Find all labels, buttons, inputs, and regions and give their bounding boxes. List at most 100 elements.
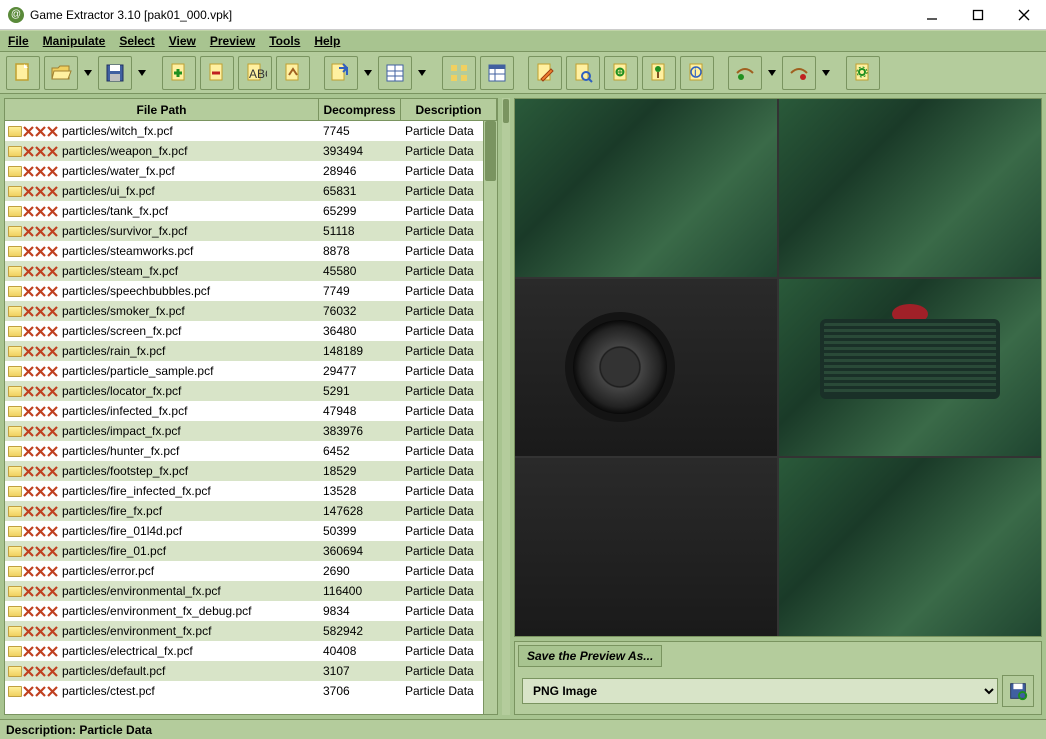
x-icon <box>47 566 58 577</box>
description-value: Particle Data <box>401 264 483 278</box>
settings-button[interactable] <box>846 56 880 90</box>
group-button[interactable] <box>442 56 476 90</box>
x-icon <box>35 506 46 517</box>
table-scrollbar[interactable] <box>483 121 497 714</box>
table-row[interactable]: particles/fire_fx.pcf147628Particle Data <box>5 501 483 521</box>
new-button[interactable] <box>6 56 40 90</box>
convert-out-button[interactable] <box>782 56 816 90</box>
table-row[interactable]: particles/steamworks.pcf8878Particle Dat… <box>5 241 483 261</box>
view-dropdown[interactable] <box>416 56 428 90</box>
script-button[interactable] <box>604 56 638 90</box>
minimize-button[interactable] <box>918 5 946 25</box>
table-row[interactable]: particles/infected_fx.pcf47948Particle D… <box>5 401 483 421</box>
decompress-value: 393494 <box>319 144 401 158</box>
table-row[interactable]: particles/tank_fx.pcf65299Particle Data <box>5 201 483 221</box>
table-row[interactable]: particles/electrical_fx.pcf40408Particle… <box>5 641 483 661</box>
extract-button[interactable] <box>324 56 358 90</box>
table-body: particles/witch_fx.pcf7745Particle Datap… <box>5 121 497 714</box>
save-dropdown[interactable] <box>136 56 148 90</box>
table-row[interactable]: particles/smoker_fx.pcf76032Particle Dat… <box>5 301 483 321</box>
open-button[interactable] <box>44 56 78 90</box>
table-row[interactable]: particles/fire_01.pcf360694Particle Data <box>5 541 483 561</box>
save-format-select[interactable]: PNG Image <box>522 678 998 704</box>
menu-help[interactable]: Help <box>314 34 340 48</box>
table-row[interactable]: particles/error.pcf2690Particle Data <box>5 561 483 581</box>
description-value: Particle Data <box>401 324 483 338</box>
table-row[interactable]: particles/fire_01l4d.pcf50399Particle Da… <box>5 521 483 541</box>
convert-out-dropdown[interactable] <box>820 56 832 90</box>
description-value: Particle Data <box>401 244 483 258</box>
col-header-description[interactable]: Description <box>401 99 497 120</box>
x-icon <box>35 446 46 457</box>
menu-tools[interactable]: Tools <box>269 34 300 48</box>
save-button[interactable] <box>98 56 132 90</box>
table-row[interactable]: particles/screen_fx.pcf36480Particle Dat… <box>5 321 483 341</box>
table-row[interactable]: particles/particle_sample.pcf29477Partic… <box>5 361 483 381</box>
info-button[interactable]: i <box>680 56 714 90</box>
table-row[interactable]: particles/default.pcf3107Particle Data <box>5 661 483 681</box>
search-button[interactable] <box>566 56 600 90</box>
decompress-value: 3107 <box>319 664 401 678</box>
edit-button[interactable] <box>528 56 562 90</box>
x-icon <box>35 666 46 677</box>
table-row[interactable]: particles/rain_fx.pcf148189Particle Data <box>5 341 483 361</box>
remove-button[interactable] <box>200 56 234 90</box>
table-row[interactable]: particles/hunter_fx.pcf6452Particle Data <box>5 441 483 461</box>
menu-select[interactable]: Select <box>119 34 154 48</box>
file-icon <box>8 666 22 677</box>
x-icon <box>47 306 58 317</box>
table-row[interactable]: particles/witch_fx.pcf7745Particle Data <box>5 121 483 141</box>
replace-button[interactable] <box>276 56 310 90</box>
open-dropdown[interactable] <box>82 56 94 90</box>
table-row[interactable]: particles/speechbubbles.pcf7749Particle … <box>5 281 483 301</box>
tree-button[interactable] <box>642 56 676 90</box>
col-header-decompress[interactable]: Decompress <box>319 99 401 120</box>
col-header-path[interactable]: File Path <box>5 99 319 120</box>
convert-in-button[interactable] <box>728 56 762 90</box>
x-icon <box>47 526 58 537</box>
table-row[interactable]: particles/fire_infected_fx.pcf13528Parti… <box>5 481 483 501</box>
menu-preview[interactable]: Preview <box>210 34 255 48</box>
table-row[interactable]: particles/survivor_fx.pcf51118Particle D… <box>5 221 483 241</box>
table-row[interactable]: particles/impact_fx.pcf383976Particle Da… <box>5 421 483 441</box>
menu-file[interactable]: File <box>8 34 29 48</box>
x-icon <box>23 566 34 577</box>
splitter-scrollbar[interactable] <box>502 98 510 715</box>
x-icon <box>35 366 46 377</box>
table-row[interactable]: particles/environment_fx.pcf582942Partic… <box>5 621 483 641</box>
convert-in-dropdown[interactable] <box>766 56 778 90</box>
add-button[interactable] <box>162 56 196 90</box>
save-preview-button[interactable] <box>1002 675 1034 707</box>
close-button[interactable] <box>1010 5 1038 25</box>
table-row[interactable]: particles/environment_fx_debug.pcf9834Pa… <box>5 601 483 621</box>
file-icon <box>8 146 22 157</box>
table-row[interactable]: particles/footstep_fx.pcf18529Particle D… <box>5 461 483 481</box>
save-tab[interactable]: Save the Preview As... <box>518 645 662 667</box>
extract-dropdown[interactable] <box>362 56 374 90</box>
x-icon <box>23 506 34 517</box>
table-row[interactable]: particles/ctest.pcf3706Particle Data <box>5 681 483 701</box>
decompress-value: 7745 <box>319 124 401 138</box>
table-row[interactable]: particles/locator_fx.pcf5291Particle Dat… <box>5 381 483 401</box>
titlebar: @ Game Extractor 3.10 [pak01_000.vpk] <box>0 0 1046 30</box>
decompress-value: 383976 <box>319 424 401 438</box>
table-row[interactable]: particles/steam_fx.pcf45580Particle Data <box>5 261 483 281</box>
file-path: particles/locator_fx.pcf <box>62 384 181 398</box>
view-table-button[interactable] <box>378 56 412 90</box>
x-icon <box>35 486 46 497</box>
maximize-button[interactable] <box>964 5 992 25</box>
file-icon <box>8 126 22 137</box>
menu-manipulate[interactable]: Manipulate <box>43 34 106 48</box>
table-row[interactable]: particles/water_fx.pcf28946Particle Data <box>5 161 483 181</box>
list-detail-button[interactable] <box>480 56 514 90</box>
x-icon <box>23 486 34 497</box>
description-value: Particle Data <box>401 444 483 458</box>
table-row[interactable]: particles/ui_fx.pcf65831Particle Data <box>5 181 483 201</box>
app-window: @ Game Extractor 3.10 [pak01_000.vpk] Fi… <box>0 0 1046 739</box>
table-row[interactable]: particles/environmental_fx.pcf116400Part… <box>5 581 483 601</box>
menu-view[interactable]: View <box>169 34 196 48</box>
x-icon <box>47 126 58 137</box>
x-icon <box>35 166 46 177</box>
rename-button[interactable]: ABC <box>238 56 272 90</box>
table-row[interactable]: particles/weapon_fx.pcf393494Particle Da… <box>5 141 483 161</box>
